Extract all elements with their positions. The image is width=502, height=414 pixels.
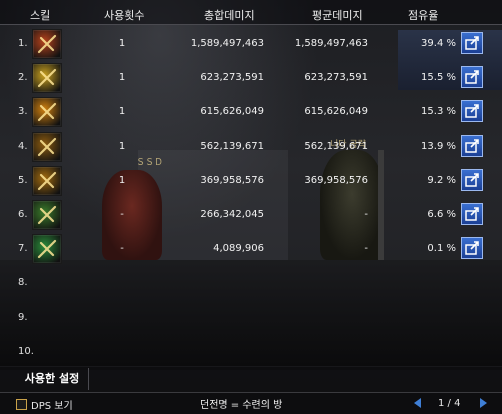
average-damage-cell: - (364, 209, 368, 220)
total-damage-cell: 615,626,049 (200, 106, 264, 117)
table-row: 1. 1 1,589,497,463 1,589,497,463 39.4 % (0, 26, 483, 60)
share-cell: 13.9 % (421, 141, 456, 152)
next-page-icon[interactable] (480, 398, 487, 408)
share-cell: 0.1 % (427, 243, 456, 254)
share-icon[interactable] (461, 135, 483, 157)
share-cell: 15.5 % (421, 72, 456, 83)
share-icon[interactable] (461, 237, 483, 259)
crossed-swords-fire-icon (32, 29, 62, 59)
table-row: 2. 1 623,273,591 623,273,591 15.5 % (0, 60, 483, 94)
prev-page-icon[interactable] (414, 398, 421, 408)
golden-blade-slash-icon (32, 63, 62, 93)
row-number: 7. (18, 243, 28, 254)
total-damage-cell: 369,958,576 (200, 175, 264, 186)
page-indicator: 1 / 4 (438, 398, 461, 409)
row-number: 5. (18, 175, 28, 186)
average-damage-cell: 1,589,497,463 (294, 38, 368, 49)
tab-used-settings[interactable]: 사용한 설정 (16, 368, 89, 390)
uses-cell: 1 (118, 141, 126, 152)
uses-cell: - (120, 209, 124, 220)
table-row: 6. - 266,342,045 - 6.6 % (0, 197, 483, 231)
green-wind-icon (32, 234, 62, 264)
uses-cell: 1 (118, 38, 126, 49)
header-share: 점유율 (408, 9, 439, 22)
share-cell: 15.3 % (421, 106, 456, 117)
row-number: 10. (18, 346, 34, 357)
table-row: 9. (0, 300, 470, 334)
total-damage-cell: 4,089,906 (213, 243, 264, 254)
total-damage-cell: 1,589,497,463 (190, 38, 264, 49)
header-skill: 스킬 (30, 9, 51, 22)
spiral-strike-icon (32, 166, 62, 196)
share-icon[interactable] (461, 32, 483, 54)
dungeon-name: 던전명 = 수련의 방 (200, 400, 283, 411)
total-damage-cell: 562,139,671 (200, 141, 264, 152)
table-row: 10. (0, 334, 470, 368)
row-number: 6. (18, 209, 28, 220)
table-row: 3. 1 615,626,049 615,626,049 15.3 % (0, 94, 483, 128)
share-cell: 6.6 % (427, 209, 456, 220)
total-damage-cell: 623,273,591 (200, 72, 264, 83)
dps-view-label: DPS 보기 (31, 401, 73, 412)
dps-view-checkbox[interactable] (16, 399, 27, 410)
average-damage-cell: 623,273,591 (304, 72, 368, 83)
average-damage-cell: - (364, 243, 368, 254)
average-damage-cell: 615,626,049 (304, 106, 368, 117)
row-number: 1. (18, 38, 28, 49)
share-icon[interactable] (461, 66, 483, 88)
table-row: 7. - 4,089,906 - 0.1 % (0, 231, 483, 265)
share-icon[interactable] (461, 100, 483, 122)
table-row: 8. (0, 265, 470, 299)
share-cell: 39.4 % (421, 38, 456, 49)
share-cell: 9.2 % (427, 175, 456, 186)
uses-cell: 1 (118, 175, 126, 186)
uses-cell: 1 (118, 72, 126, 83)
uses-cell: 1 (118, 106, 126, 117)
row-number: 3. (18, 106, 28, 117)
average-damage-cell: 562,139,671 (304, 141, 368, 152)
row-number: 2. (18, 72, 28, 83)
uses-cell: - (120, 243, 124, 254)
header-uses: 사용횟수 (104, 9, 145, 22)
share-icon[interactable] (461, 203, 483, 225)
table-row: 5. 1 369,958,576 369,958,576 9.2 % (0, 163, 483, 197)
golden-ring-icon (32, 132, 62, 162)
green-rune-icon (32, 200, 62, 230)
fire-orb-icon (32, 97, 62, 127)
row-number: 4. (18, 141, 28, 152)
header-average-damage: 평균데미지 (312, 9, 363, 22)
header-total-damage: 총합데미지 (204, 9, 255, 22)
average-damage-cell: 369,958,576 (304, 175, 368, 186)
share-icon[interactable] (461, 169, 483, 191)
table-header: 스킬 사용횟수 총합데미지 평균데미지 점유율 (0, 0, 502, 25)
row-number: 8. (18, 277, 28, 288)
row-number: 9. (18, 312, 28, 323)
total-damage-cell: 266,342,045 (200, 209, 264, 220)
table-row: 4. 1 562,139,671 562,139,671 13.9 % (0, 129, 483, 163)
